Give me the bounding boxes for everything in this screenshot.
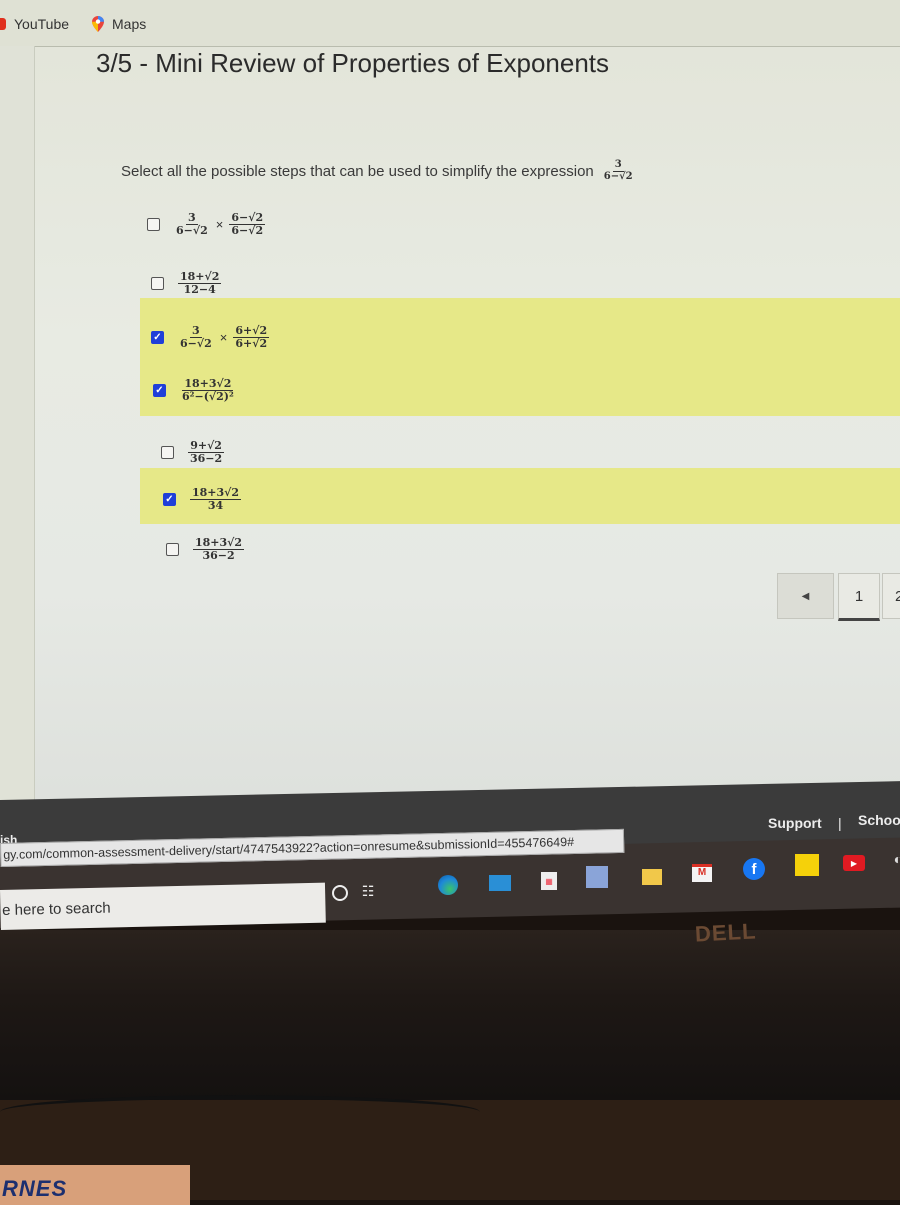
file-explorer-icon[interactable]: [640, 866, 664, 888]
question-text: Select all the possible steps that can b…: [121, 162, 594, 180]
selected-highlight: [140, 298, 900, 416]
selected-highlight: [140, 468, 900, 524]
option-1[interactable]: 3 6−√2 × 6−√2 6−√2: [147, 211, 266, 237]
option-2[interactable]: 18+√2 12−4: [151, 270, 222, 296]
facebook-icon[interactable]: f: [742, 858, 766, 880]
screen: YouTube Maps 3/5 - Mini Review of Proper…: [0, 0, 900, 846]
denominator: 6−√2: [231, 223, 264, 237]
option-fraction: 18+3√2 36−2: [193, 536, 245, 562]
bookmark-maps[interactable]: Maps: [92, 16, 146, 32]
numerator: 6+√2: [233, 324, 270, 338]
option-fraction: 18+√2 12−4: [178, 270, 222, 296]
denominator: 36−2: [202, 548, 235, 562]
option-checkbox[interactable]: [166, 542, 179, 556]
cortana-icon[interactable]: [328, 882, 352, 904]
option-fraction: 9+√2 36−2: [188, 440, 224, 464]
times-operator: ×: [215, 216, 224, 232]
page-title: 3/5 - Mini Review of Properties of Expon…: [96, 48, 610, 78]
numerator: 3: [190, 324, 202, 338]
edge-icon[interactable]: [436, 874, 460, 896]
option-fraction: 3 6−√2: [174, 212, 210, 236]
numerator: 3: [186, 211, 198, 225]
youtube-icon[interactable]: ▶: [842, 852, 866, 874]
mail-icon[interactable]: [488, 872, 512, 894]
option-checkbox-checked[interactable]: ✓: [153, 383, 166, 397]
numerator: 18+√2: [178, 270, 222, 284]
denominator: 6²−(√2)²: [182, 389, 234, 403]
denominator: 34: [207, 498, 224, 512]
option-5[interactable]: 9+√2 36−2: [161, 440, 224, 464]
option-fraction: 18+3√2 34: [190, 486, 242, 512]
task-view-icon[interactable]: ☷: [356, 880, 380, 902]
option-3[interactable]: ✓ 3 6−√2 × 6+√2 6+√2: [151, 324, 270, 350]
paint-icon[interactable]: ◐: [886, 848, 900, 870]
monitor-bezel: [0, 930, 900, 1100]
denominator: 6+√2: [235, 336, 268, 350]
denominator: 6−√2: [176, 223, 208, 237]
numerator: 6−√2: [229, 211, 266, 225]
option-7[interactable]: 18+3√2 36−2: [166, 536, 245, 562]
bookmark-label: Maps: [112, 16, 147, 32]
numerator: 9+√2: [188, 439, 224, 453]
store-icon[interactable]: ▦: [537, 870, 561, 892]
denominator: 6−√2: [180, 336, 212, 350]
desk-paper-text: RNES: [2, 1176, 68, 1201]
option-fraction: 3 6−√2: [178, 325, 214, 349]
numerator: 18+3√2: [190, 486, 242, 500]
denominator: 12−4: [183, 282, 216, 296]
numerator: 18+3√2: [182, 377, 234, 391]
cable: [0, 1095, 480, 1129]
expression-numerator: 3: [612, 159, 624, 172]
page-number: 2: [895, 587, 900, 605]
monitor-brand-logo: DELL: [694, 918, 758, 947]
pagination-page-1[interactable]: 1: [838, 573, 880, 621]
option-checkbox[interactable]: [147, 217, 160, 231]
option-checkbox[interactable]: [151, 276, 164, 290]
option-checkbox[interactable]: [161, 445, 174, 459]
bookmark-label: YouTube: [14, 16, 70, 32]
school-link[interactable]: Schoo: [858, 812, 900, 828]
youtube-icon: [0, 18, 6, 30]
dhl-icon[interactable]: [795, 854, 819, 876]
left-sidebar-edge: [0, 46, 35, 846]
bookmark-youtube[interactable]: YouTube: [0, 16, 69, 32]
pagination-prev-button[interactable]: ◀: [777, 573, 834, 619]
option-fraction: 18+3√2 6²−(√2)²: [180, 378, 236, 402]
chevron-left-icon: ◀: [801, 590, 810, 602]
maps-pin-icon: [92, 16, 104, 32]
pinned-app-icon[interactable]: [585, 866, 609, 888]
bookmarks-bar: YouTube Maps: [0, 0, 900, 47]
footer-separator: |: [838, 815, 842, 831]
page-number: 1: [854, 587, 864, 605]
numerator: 18+3√2: [193, 536, 245, 550]
option-fraction: 6−√2 6−√2: [229, 211, 266, 237]
question-prompt: Select all the possible steps that can b…: [121, 159, 635, 182]
option-fraction: 6+√2 6+√2: [233, 324, 270, 350]
taskbar-search-placeholder: e here to search: [2, 899, 111, 919]
expression-denominator: 6−√2: [603, 170, 633, 182]
option-checkbox-checked[interactable]: ✓: [163, 492, 176, 506]
question-expression: 3 6−√2: [602, 159, 635, 182]
option-checkbox-checked[interactable]: ✓: [151, 330, 164, 344]
gmail-icon[interactable]: M: [690, 862, 714, 884]
option-4[interactable]: ✓ 18+3√2 6²−(√2)²: [153, 378, 236, 402]
pagination-page-2[interactable]: 2: [882, 573, 900, 619]
support-link[interactable]: Support: [768, 815, 822, 831]
option-6[interactable]: ✓ 18+3√2 34: [163, 486, 242, 512]
times-operator: ×: [219, 329, 228, 345]
denominator: 36−2: [190, 451, 223, 465]
